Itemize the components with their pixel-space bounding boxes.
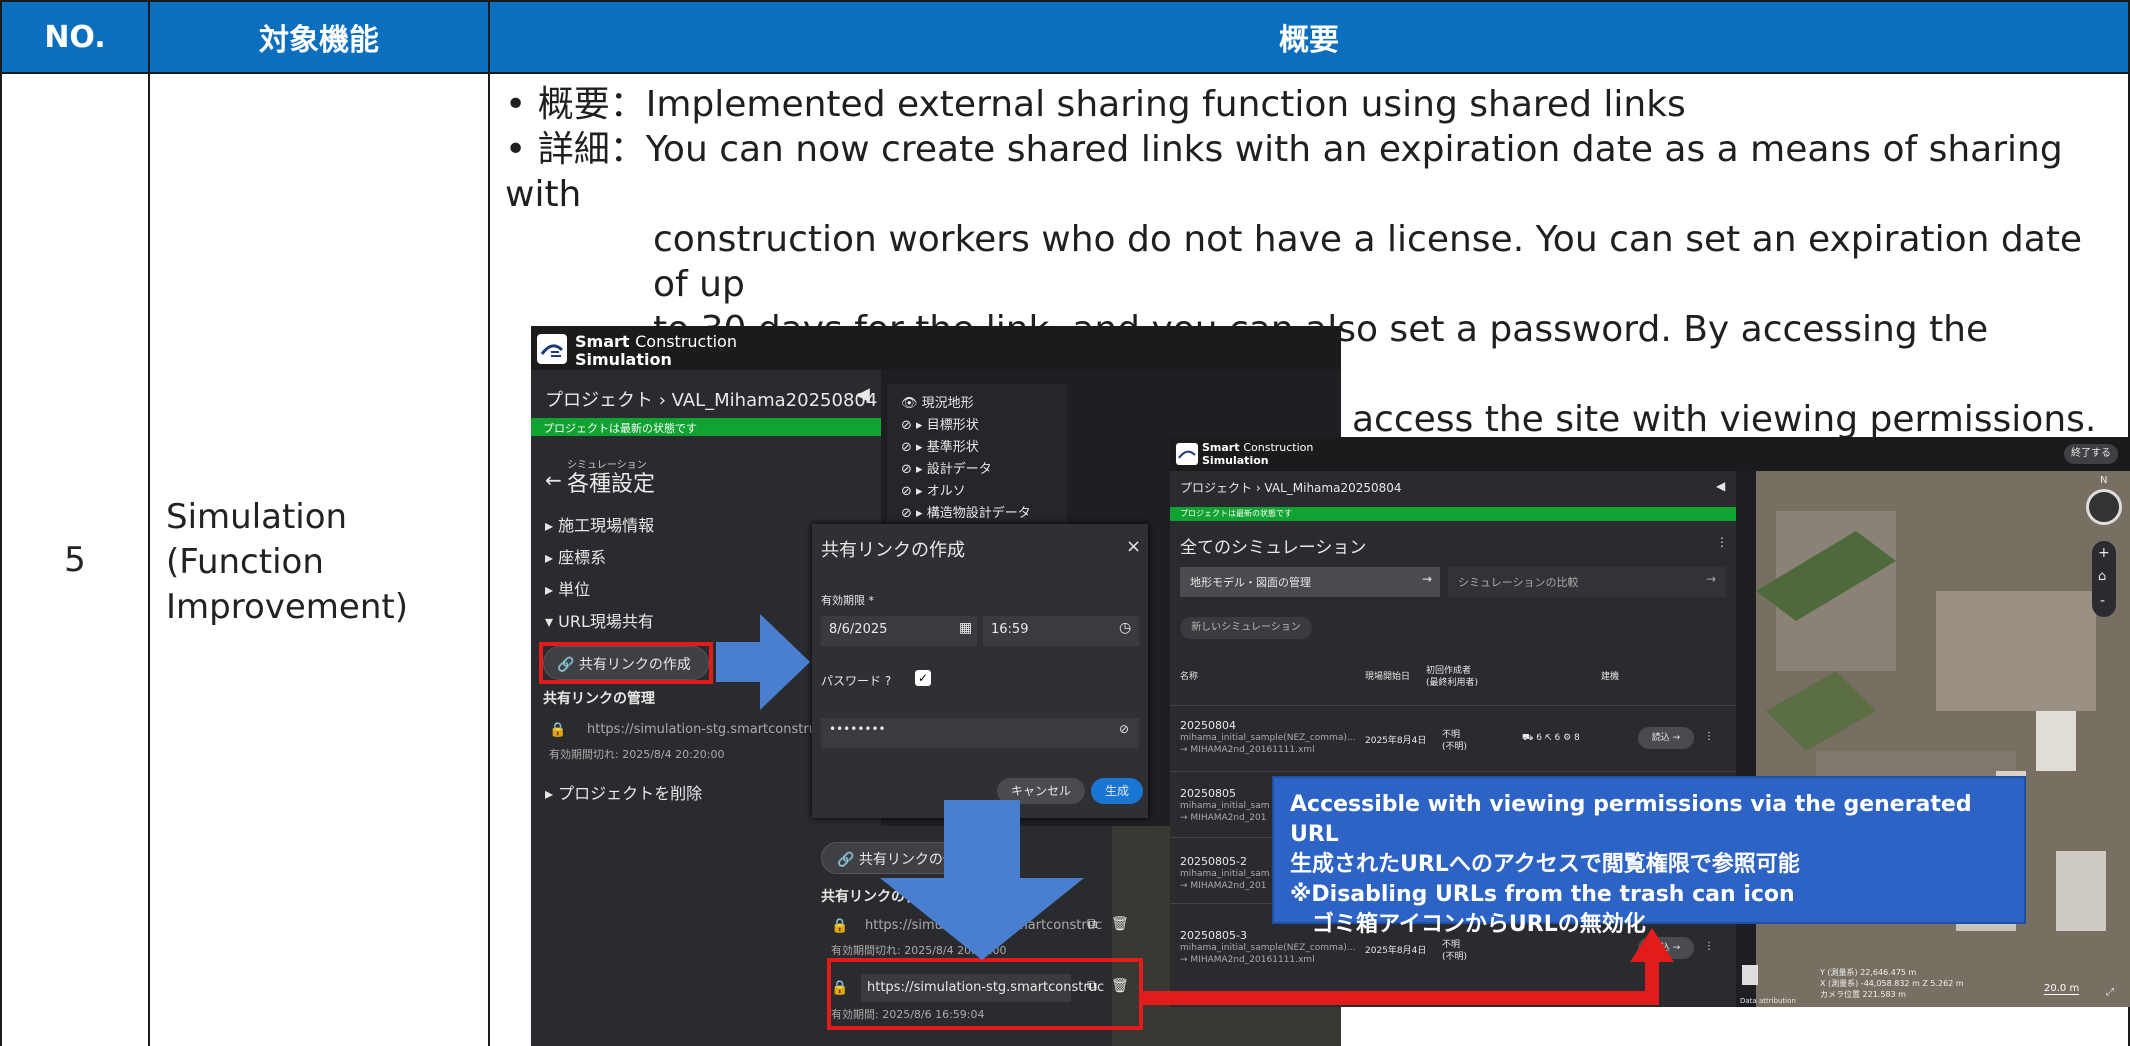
trash-icon[interactable]: 🗑 bbox=[1111, 916, 1129, 932]
summary-bullet: • 概要：Implemented external sharing functi… bbox=[505, 84, 1686, 125]
sim-row-3[interactable]: 20250805-2 bbox=[1180, 855, 1247, 868]
menu-coordinate[interactable]: ▸ 座標系 bbox=[545, 544, 606, 568]
settings-title: 各種設定 bbox=[567, 472, 656, 497]
lock-icon: 🔒 bbox=[549, 722, 567, 738]
zoom-out-icon[interactable]: - bbox=[2100, 593, 2105, 609]
function-name: Simulation (Function Improvement) bbox=[166, 497, 408, 627]
attribution-icon[interactable] bbox=[1742, 965, 1758, 985]
coord-camera: カメラ位置 221.583 m bbox=[1820, 990, 1906, 999]
header-summary: 概要 bbox=[488, 0, 2130, 74]
all-sims-title: 全てのシミュレーション bbox=[1180, 538, 1367, 558]
load-button-1[interactable]: 読込 → bbox=[1638, 727, 1694, 749]
slide: NO. 対象機能 概要 5 Simulation (Function Impro… bbox=[0, 0, 2130, 1046]
menu-site-info[interactable]: ▸ 施工現場情報 bbox=[545, 512, 654, 536]
exit-button[interactable]: 終了する bbox=[2064, 444, 2118, 464]
zoom-in-icon[interactable]: + bbox=[2098, 545, 2110, 561]
fullscreen-icon[interactable]: ⤢ bbox=[2106, 987, 2114, 998]
password-checkbox[interactable]: ✓ bbox=[915, 670, 931, 686]
sim-row-2[interactable]: 20250805 bbox=[1180, 787, 1236, 800]
excavator-icon: ⛏ bbox=[1544, 733, 1552, 743]
help-icon: ? bbox=[884, 674, 892, 688]
row-number: 5 bbox=[64, 540, 86, 580]
menu-delete-project[interactable]: ▸ プロジェクトを削除 bbox=[545, 780, 702, 804]
app-logo-icon-2 bbox=[1176, 443, 1198, 465]
menu-url-share[interactable]: ▾ URL現場共有 bbox=[545, 608, 654, 632]
copy-icon[interactable]: ⧉ bbox=[1087, 916, 1097, 932]
close-icon[interactable]: × bbox=[1126, 536, 1141, 557]
arrow-right-head bbox=[760, 614, 810, 710]
back-arrow-icon[interactable]: ← bbox=[545, 468, 562, 492]
compass-icon[interactable] bbox=[2086, 489, 2122, 525]
scale-bar: 20.0 m bbox=[2044, 983, 2080, 995]
collapse-icon[interactable]: ◀ bbox=[856, 384, 870, 405]
app-logo-icon bbox=[537, 334, 567, 364]
calendar-icon[interactable]: ▦ bbox=[959, 620, 972, 636]
new-sim-button[interactable]: 新しいシミュレーション bbox=[1180, 617, 1312, 639]
sim-row-1[interactable]: 20250804 bbox=[1180, 719, 1236, 732]
breadcrumb[interactable]: プロジェクト › VAL_Mihama20250804 bbox=[545, 386, 877, 412]
menu-unit[interactable]: ▸ 単位 bbox=[545, 576, 590, 600]
eye-off-icon[interactable]: ⊘ bbox=[1119, 722, 1129, 736]
callout-box: Accessible with viewing permissions via … bbox=[1272, 776, 2026, 937]
header-function: 対象機能 bbox=[148, 0, 490, 74]
more-icon[interactable]: ⋮ bbox=[1716, 535, 1728, 549]
truck-icon: ⛟ bbox=[1522, 733, 1534, 743]
arrow-down-head bbox=[880, 878, 1084, 960]
header-no: NO. bbox=[0, 0, 150, 74]
generate-button[interactable]: 生成 bbox=[1091, 778, 1143, 804]
dozer-icon: ⚙ bbox=[1563, 733, 1572, 743]
clock-icon[interactable]: ◷ bbox=[1119, 620, 1131, 636]
red-arrow bbox=[1140, 928, 1674, 1005]
highlight-create-button bbox=[539, 642, 713, 684]
north-label: N bbox=[2100, 475, 2108, 486]
share-dialog bbox=[812, 524, 1148, 818]
home-icon[interactable]: ⌂ bbox=[2098, 569, 2106, 584]
coord-y: Y (測量系) 22,646.475 m bbox=[1820, 968, 1917, 977]
highlight-new-link bbox=[827, 958, 1143, 1030]
arrow-down-body bbox=[944, 800, 1020, 880]
right-app-header bbox=[1170, 437, 2130, 471]
coord-x: X (測量系) -44,058.832 m Z 5.262 m bbox=[1820, 979, 1964, 988]
arrow-right-body bbox=[716, 642, 760, 682]
